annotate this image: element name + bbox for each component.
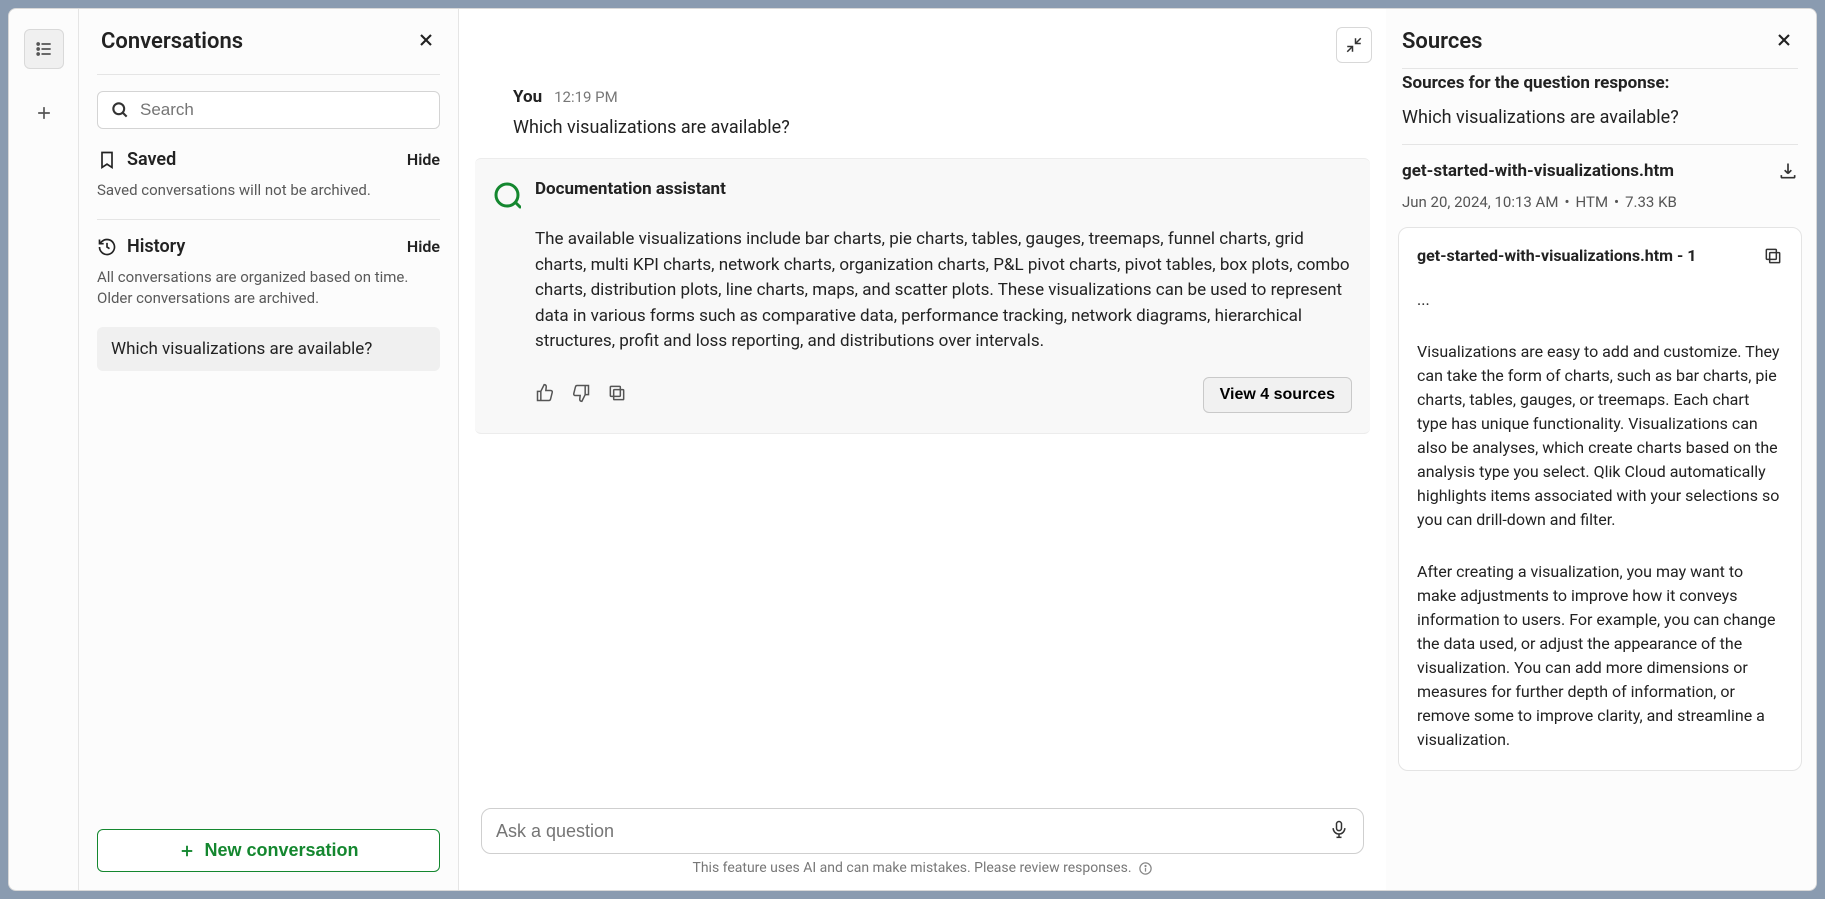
history-item[interactable]: Which visualizations are available? (97, 327, 440, 371)
source-file: get-started-with-visualizations.htm Jun … (1386, 145, 1816, 211)
source-paragraph-2: After creating a visualization, you may … (1417, 560, 1783, 752)
history-label: History (127, 236, 185, 257)
list-icon (34, 39, 54, 59)
sources-question: Which visualizations are available? (1402, 107, 1798, 128)
user-timestamp: 12:19 PM (554, 88, 618, 106)
mic-button[interactable] (1329, 819, 1349, 843)
chat-input-container (481, 808, 1364, 854)
copy-button[interactable] (607, 383, 627, 407)
thumbs-up-button[interactable] (535, 383, 555, 407)
user-message: You 12:19 PM Which visualizations are av… (475, 9, 1370, 158)
source-card-title: get-started-with-visualizations.htm - 1 (1417, 246, 1696, 265)
download-icon (1778, 161, 1798, 181)
history-description: All conversations are organized based on… (97, 267, 440, 309)
source-ellipsis: ... (1417, 288, 1783, 312)
assistant-message-body: The available visualizations include bar… (535, 227, 1352, 355)
chat-input[interactable] (496, 821, 1317, 842)
user-name: You (513, 87, 542, 107)
close-sources-button[interactable] (1774, 30, 1794, 54)
thumbs-down-button[interactable] (571, 383, 591, 407)
new-conversation-label: New conversation (204, 840, 358, 861)
download-button[interactable] (1778, 161, 1798, 185)
thumbs-up-icon (535, 383, 555, 403)
search-box[interactable] (97, 91, 440, 129)
conversations-title: Conversations (101, 29, 243, 54)
saved-label: Saved (127, 149, 176, 170)
source-paragraph-1: Visualizations are easy to add and custo… (1417, 340, 1783, 532)
copy-icon (607, 383, 627, 403)
assistant-message: Documentation assistant The available vi… (475, 158, 1370, 434)
disclaimer: This feature uses AI and can make mistak… (481, 854, 1364, 880)
sources-subtitle: Sources for the question response: (1402, 73, 1798, 93)
user-message-body: Which visualizations are available? (513, 117, 1342, 138)
bookmark-icon (97, 150, 117, 170)
saved-description: Saved conversations will not be archived… (97, 180, 440, 201)
assistant-name: Documentation assistant (535, 179, 1352, 199)
assistant-avatar-icon (493, 181, 521, 209)
chat-panel: You 12:19 PM Which visualizations are av… (459, 9, 1386, 890)
nav-rail (9, 9, 79, 890)
info-icon (1138, 861, 1153, 876)
close-icon (1774, 30, 1794, 50)
new-conversation-button[interactable]: New conversation (97, 829, 440, 872)
search-icon (110, 100, 130, 120)
app-window: Conversations Saved (8, 8, 1817, 891)
close-icon (416, 30, 436, 50)
collapse-button[interactable] (1336, 27, 1372, 63)
plus-icon (34, 103, 54, 123)
saved-hide-button[interactable]: Hide (407, 150, 440, 169)
mic-icon (1329, 819, 1349, 839)
close-conversations-button[interactable] (416, 30, 436, 54)
collapse-icon (1345, 36, 1363, 54)
conversations-rail-button[interactable] (24, 29, 64, 69)
source-file-meta: Jun 20, 2024, 10:13 AM•HTM•7.33 KB (1402, 193, 1798, 211)
thumbs-down-icon (571, 383, 591, 403)
view-sources-button[interactable]: View 4 sources (1203, 377, 1352, 413)
sources-panel: Sources Sources for the question respons… (1386, 9, 1816, 890)
new-rail-button[interactable] (24, 93, 64, 133)
plus-icon (178, 842, 196, 860)
conversations-panel: Conversations Saved (79, 9, 459, 890)
source-card: get-started-with-visualizations.htm - 1 … (1398, 227, 1802, 771)
history-hide-button[interactable]: Hide (407, 237, 440, 256)
open-icon (1763, 246, 1783, 266)
search-input[interactable] (140, 100, 427, 120)
sources-title: Sources (1402, 29, 1483, 54)
source-file-name: get-started-with-visualizations.htm (1402, 161, 1674, 181)
history-icon (97, 237, 117, 257)
open-source-button[interactable] (1763, 246, 1783, 270)
